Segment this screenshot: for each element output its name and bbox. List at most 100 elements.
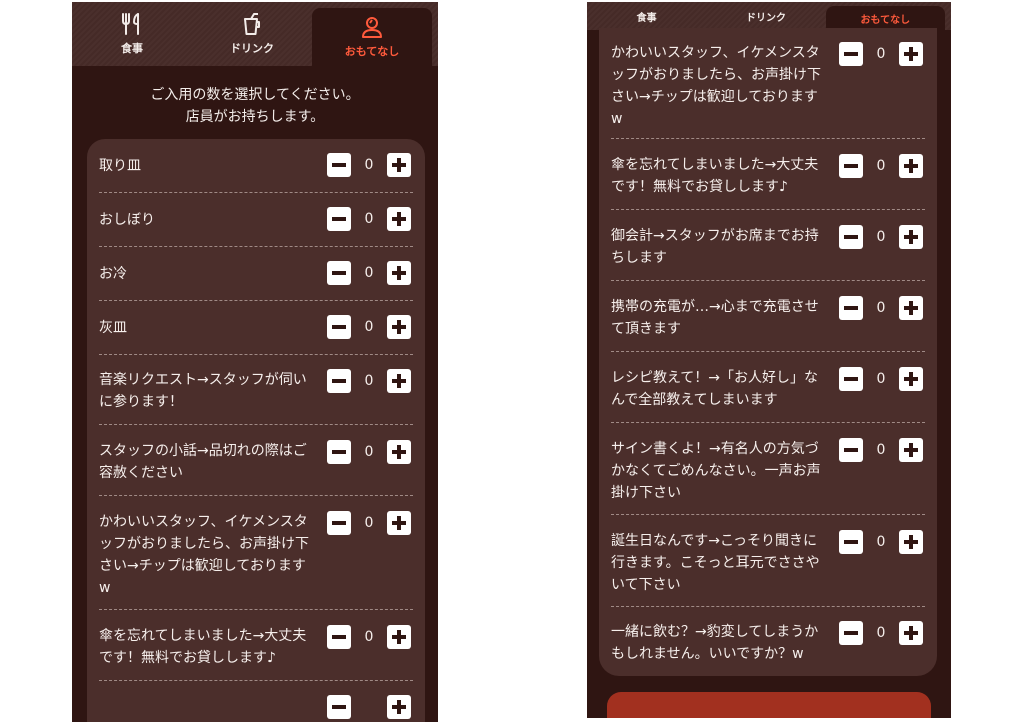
quantity-stepper: 0 [839, 530, 925, 554]
minus-button[interactable] [327, 511, 351, 535]
tab-hospitality[interactable]: おもてなし [825, 6, 945, 30]
plus-button[interactable] [899, 296, 923, 320]
item-label: 音楽リクエスト→スタッフが伺いに参ります！ [99, 372, 307, 410]
item-label: 携帯の充電が…→心まで充電させて頂きます [611, 299, 819, 337]
plus-button[interactable] [899, 225, 923, 249]
quantity-value: 0 [876, 534, 886, 550]
quantity-value: 0 [876, 300, 886, 316]
item-label: 灰皿 [99, 320, 127, 336]
quantity-value: 0 [876, 625, 886, 641]
item-label: かわいいスタッフ、イケメンスタッフがおりましたら、お声掛け下さい→チップは歓迎し… [99, 514, 309, 596]
quantity-value: 0 [364, 629, 374, 645]
item-label: お冷 [99, 266, 127, 282]
minus-button[interactable] [839, 438, 863, 462]
minus-button[interactable] [327, 440, 351, 464]
tab-hospitality[interactable]: おもてなし [312, 8, 432, 66]
quantity-value: 0 [364, 373, 374, 389]
plus-button[interactable] [387, 511, 411, 535]
quantity-value: 0 [876, 442, 886, 458]
plus-button[interactable] [899, 42, 923, 66]
quantity-stepper: 0 [327, 369, 413, 393]
instruction-text: ご入用の数を選択してください。 店員がお持ちします。 [72, 84, 438, 128]
plus-button[interactable] [899, 621, 923, 645]
tab-drink[interactable]: ドリンク [192, 2, 312, 66]
item-label: サイン書くよ！→有名人の方気づかなくてごめんなさい。一声お声掛け下さい [611, 441, 821, 501]
minus-button[interactable] [327, 153, 351, 177]
minus-button[interactable] [839, 154, 863, 178]
screen-left: 食事 ドリンク おもてなし ご入用の数を選択してください。 店員がお持ちします。… [72, 2, 438, 722]
quantity-value: 0 [364, 515, 374, 531]
quantity-stepper: 0 [839, 438, 925, 462]
item-label: 一緒に飲む？→豹変してしまうかもしれません。いいですか？w [611, 624, 819, 662]
minus-button[interactable] [327, 261, 351, 285]
quantity-value: 0 [876, 158, 886, 174]
item-label: 御会計→スタッフがお席までお持ちします [611, 228, 819, 266]
instruction-line-1: ご入用の数を選択してください。 [150, 87, 360, 103]
minus-button[interactable] [327, 315, 351, 339]
plus-button[interactable] [899, 438, 923, 462]
item-label: 取り皿 [99, 158, 141, 174]
category-tab-bar: 食事 ドリンク おもてなし [72, 2, 438, 66]
plus-button[interactable] [387, 369, 411, 393]
plus-button[interactable] [387, 153, 411, 177]
quantity-value: 0 [364, 444, 374, 460]
quantity-value: 0 [364, 319, 374, 335]
minus-button[interactable] [327, 695, 351, 719]
plus-button[interactable] [387, 440, 411, 464]
list-item: 一緒に飲む？→豹変してしまうかもしれません。いいですか？w 0 [611, 607, 925, 676]
list-item: かわいいスタッフ、イケメンスタッフがおりましたら、お声掛け下さい→チップは歓迎し… [99, 496, 413, 610]
plus-button[interactable] [387, 315, 411, 339]
item-label: スタッフの小話→品切れの際はご容赦ください [99, 443, 307, 481]
minus-button[interactable] [327, 207, 351, 231]
minus-button[interactable] [839, 621, 863, 645]
plus-button[interactable] [387, 625, 411, 649]
list-item-partial [99, 681, 413, 721]
service-item-list: かわいいスタッフ、イケメンスタッフがおりましたら、お声掛け下さい→チップは歓迎し… [599, 28, 937, 676]
quantity-stepper: 0 [327, 440, 413, 464]
tab-food[interactable]: 食事 [587, 2, 706, 30]
minus-button[interactable] [839, 225, 863, 249]
minus-button[interactable] [839, 530, 863, 554]
quantity-value: 0 [876, 229, 886, 245]
list-item: 音楽リクエスト→スタッフが伺いに参ります！ 0 [99, 355, 413, 425]
plus-button[interactable] [899, 367, 923, 391]
item-label: おしぼり [99, 212, 155, 228]
plus-button[interactable] [387, 207, 411, 231]
list-item: おしぼり 0 [99, 193, 413, 247]
plus-button[interactable] [899, 530, 923, 554]
list-item: レシピ教えて！→「お人好し」なんで全部教えてしまいます 0 [611, 352, 925, 423]
minus-button[interactable] [839, 296, 863, 320]
quantity-value: 0 [364, 211, 374, 227]
plus-button[interactable] [387, 261, 411, 285]
quantity-value: 0 [876, 371, 886, 387]
list-item: お冷 0 [99, 247, 413, 301]
plus-button[interactable] [899, 154, 923, 178]
service-item-list: 取り皿 0 おしぼり 0 お冷 0 灰皿 0 音楽リクエスト→スタッフが伺いに参… [87, 139, 425, 722]
quantity-stepper [327, 695, 413, 719]
minus-button[interactable] [327, 369, 351, 393]
minus-button[interactable] [839, 42, 863, 66]
minus-button[interactable] [327, 625, 351, 649]
tab-drink-label: ドリンク [230, 42, 274, 55]
quantity-stepper: 0 [839, 225, 925, 249]
tab-food-label: 食事 [636, 12, 657, 24]
item-label: 誕生日なんです→こっそり聞きに行きます。こそっと耳元でささやいて下さい [611, 533, 820, 593]
quantity-stepper: 0 [839, 42, 925, 66]
quantity-stepper: 0 [327, 153, 413, 177]
tab-drink[interactable]: ドリンク [706, 2, 825, 30]
tab-food[interactable]: 食事 [72, 2, 192, 66]
quantity-stepper: 0 [327, 207, 413, 231]
list-item: 取り皿 0 [99, 139, 413, 193]
fork-knife-icon [119, 12, 145, 36]
minus-button[interactable] [839, 367, 863, 391]
instruction-line-2: 店員がお持ちします。 [185, 109, 325, 125]
list-item: スタッフの小話→品切れの際はご容赦ください 0 [99, 425, 413, 496]
list-item: 灰皿 0 [99, 301, 413, 355]
plus-button[interactable] [387, 695, 411, 719]
tab-food-label: 食事 [121, 42, 143, 55]
tab-drink-label: ドリンク [745, 12, 786, 24]
quantity-stepper: 0 [839, 367, 925, 391]
list-item: 御会計→スタッフがお席までお持ちします 0 [611, 210, 925, 281]
quantity-stepper: 0 [839, 621, 925, 645]
order-button[interactable] [607, 692, 931, 718]
